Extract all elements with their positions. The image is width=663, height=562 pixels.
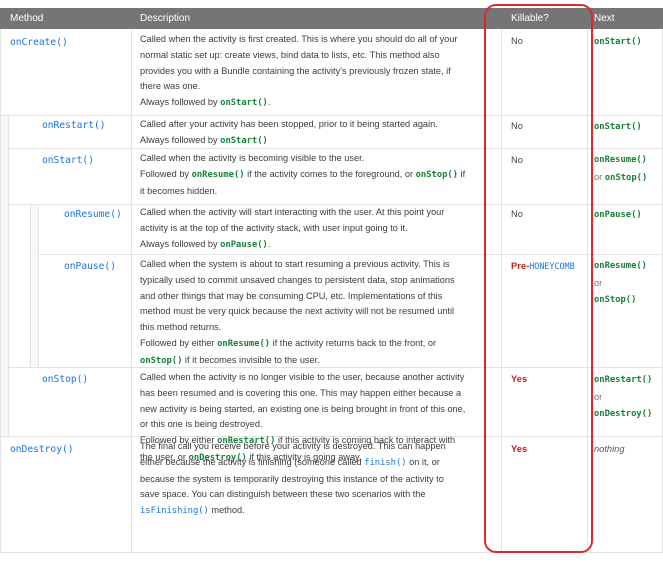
header-method: Method: [10, 13, 44, 24]
method-oncreate[interactable]: onCreate(): [10, 37, 68, 48]
description-onstart: Called when the activity is becoming vis…: [140, 153, 466, 196]
next-onresume: onPause(): [594, 210, 642, 220]
description-oncreate: Called when the activity is first create…: [140, 34, 458, 109]
method-onrestart[interactable]: onRestart(): [42, 120, 106, 131]
killable-highlight-box: [484, 4, 593, 553]
description-onresume: Called when the activity will start inte…: [140, 207, 445, 250]
next-onpause: onResume() or onStop(): [594, 261, 647, 305]
description-onpause: Called when the system is about to start…: [140, 259, 455, 366]
method-onresume[interactable]: onResume(): [64, 209, 122, 220]
method-onstop[interactable]: onStop(): [42, 374, 88, 385]
next-onstart: onResume() or onStop(): [594, 155, 648, 183]
header-description: Description: [140, 13, 191, 24]
next-onstop: onRestart() or onDestroy(): [594, 375, 653, 419]
method-onpause[interactable]: onPause(): [64, 261, 116, 272]
header-next: Next: [594, 13, 615, 24]
next-oncreate: onStart(): [594, 37, 642, 47]
method-ondestroy[interactable]: onDestroy(): [10, 444, 74, 455]
description-onrestart: Called after your activity has been stop…: [140, 119, 438, 146]
next-onrestart: onStart(): [594, 122, 642, 132]
method-onstart[interactable]: onStart(): [42, 155, 94, 166]
description-ondestroy: The final call you receive before your a…: [140, 441, 446, 517]
next-ondestroy: nothing: [594, 444, 625, 454]
